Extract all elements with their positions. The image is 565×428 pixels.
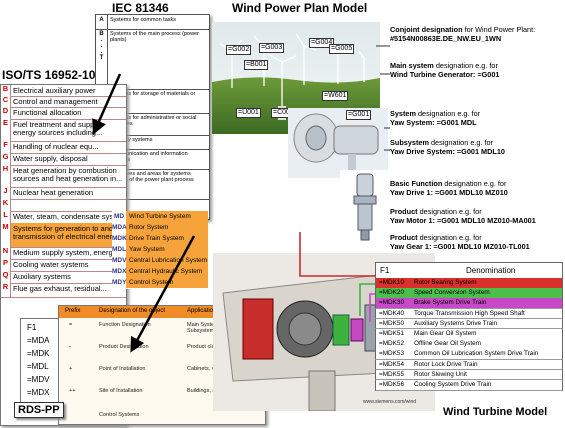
arrow-iec-to-iso bbox=[92, 73, 122, 135]
red-connector bbox=[299, 232, 375, 277]
arrow-md-to-table bbox=[130, 235, 196, 353]
magenta-connector bbox=[369, 293, 375, 322]
green-connector bbox=[359, 283, 375, 316]
connector-overlay bbox=[92, 45, 390, 353]
